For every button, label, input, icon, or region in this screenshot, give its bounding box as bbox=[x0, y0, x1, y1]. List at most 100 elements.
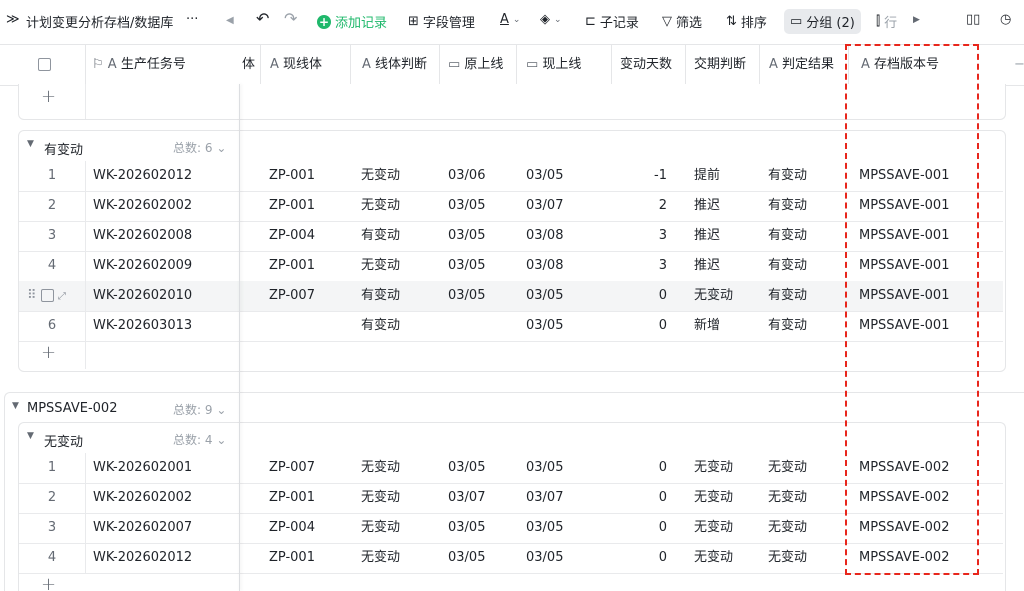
row-number-cell[interactable]: 3 bbox=[19, 513, 85, 543]
current-date-cell[interactable]: 03/05 bbox=[526, 161, 606, 191]
delta-days-cell[interactable]: 0 bbox=[611, 543, 667, 573]
version-cell[interactable]: MPSSAVE-002 bbox=[859, 543, 989, 573]
delivery-judge-cell[interactable]: 无变动 bbox=[694, 543, 764, 573]
original-date-cell[interactable]: 03/05 bbox=[448, 453, 518, 483]
current-line-cell[interactable]: ZP-004 bbox=[269, 221, 349, 251]
version-cell[interactable]: MPSSAVE-001 bbox=[859, 221, 989, 251]
delta-days-cell[interactable]: 0 bbox=[611, 311, 667, 341]
task-number-cell[interactable]: WK-202603013 bbox=[93, 311, 243, 341]
column-header-delta-days[interactable]: 变动天数 bbox=[620, 45, 672, 85]
column-header-task[interactable]: ⚐ A 生产任务号 bbox=[92, 45, 232, 85]
original-date-cell[interactable]: 03/05 bbox=[448, 513, 518, 543]
line-judge-cell[interactable]: 无变动 bbox=[361, 251, 441, 281]
table-row[interactable]: 3 WK-202602008 ZP-004 有变动 03/05 03/08 3 推迟 有变动 MP… bbox=[19, 221, 1003, 252]
result-cell[interactable]: 有变动 bbox=[768, 221, 838, 251]
delta-days-cell[interactable]: 0 bbox=[611, 453, 667, 483]
result-cell[interactable]: 无变动 bbox=[768, 513, 838, 543]
redo-icon[interactable]: ↷ bbox=[284, 9, 297, 28]
column-header-partial[interactable]: 体 bbox=[242, 45, 255, 85]
drag-handle-icon[interactable]: ⠿ bbox=[27, 288, 37, 303]
text-color-button[interactable]: A ⌄ bbox=[500, 12, 520, 27]
result-cell[interactable]: 有变动 bbox=[768, 191, 838, 221]
column-header-version[interactable]: A 存档版本号 bbox=[861, 45, 939, 85]
original-date-cell[interactable]: 03/05 bbox=[448, 251, 518, 281]
delivery-judge-cell[interactable]: 推迟 bbox=[694, 191, 764, 221]
line-judge-cell[interactable]: 有变动 bbox=[361, 281, 441, 311]
delta-days-cell[interactable]: 0 bbox=[611, 513, 667, 543]
current-date-cell[interactable]: 03/08 bbox=[526, 221, 606, 251]
current-line-cell[interactable]: ZP-001 bbox=[269, 251, 349, 281]
collapse-caret-icon[interactable]: ▼ bbox=[27, 431, 34, 441]
version-cell[interactable]: MPSSAVE-001 bbox=[859, 191, 989, 221]
task-number-cell[interactable]: WK-202602012 bbox=[93, 543, 243, 573]
sort-button[interactable]: ⇅ 排序 bbox=[726, 12, 767, 31]
row-number-cell[interactable]: 4 bbox=[19, 251, 85, 281]
select-all-checkbox[interactable] bbox=[38, 45, 51, 85]
column-header-current-date[interactable]: ▭ 现上线 bbox=[526, 45, 581, 85]
current-date-cell[interactable]: 03/05 bbox=[526, 513, 606, 543]
current-line-cell[interactable]: ZP-001 bbox=[269, 161, 349, 191]
original-date-cell[interactable] bbox=[448, 311, 518, 341]
group-button[interactable]: ▭ 分组 (2) bbox=[784, 9, 861, 34]
column-header-line-judge[interactable]: A 线体判断 bbox=[362, 45, 427, 85]
column-header-delivery[interactable]: 交期判断 bbox=[694, 45, 746, 85]
row-number-cell[interactable]: 2 bbox=[19, 483, 85, 513]
group-count[interactable]: 总数: 4 ⌄ bbox=[173, 431, 226, 448]
result-cell[interactable]: 无变动 bbox=[768, 483, 838, 513]
more-icon[interactable]: ··· bbox=[186, 12, 198, 27]
collapse-caret-icon[interactable]: ▼ bbox=[27, 139, 34, 149]
current-date-cell[interactable]: 03/07 bbox=[526, 483, 606, 513]
current-line-cell[interactable]: ZP-001 bbox=[269, 543, 349, 573]
task-number-cell[interactable]: WK-202602009 bbox=[93, 251, 243, 281]
table-row[interactable]: 2 WK-202602002 ZP-001 无变动 03/07 03/07 0 无变动 无变动 M… bbox=[19, 483, 1003, 514]
delta-days-cell[interactable]: 0 bbox=[611, 483, 667, 513]
delta-days-cell[interactable]: 3 bbox=[611, 221, 667, 251]
row-number-cell[interactable]: 4 bbox=[19, 543, 85, 573]
original-date-cell[interactable]: 03/05 bbox=[448, 221, 518, 251]
version-cell[interactable]: MPSSAVE-002 bbox=[859, 513, 989, 543]
line-judge-cell[interactable]: 无变动 bbox=[361, 513, 441, 543]
field-manage-button[interactable]: ⊞ 字段管理 bbox=[408, 12, 475, 31]
row-number-cell[interactable]: 3 bbox=[19, 221, 85, 251]
fill-color-button[interactable]: ◈ ⌄ bbox=[540, 12, 562, 27]
row-height-button[interactable]: ⫿ 行 bbox=[876, 12, 897, 31]
version-cell[interactable]: MPSSAVE-001 bbox=[859, 311, 989, 341]
task-number-cell[interactable]: WK-202602002 bbox=[93, 191, 243, 221]
current-date-cell[interactable]: 03/05 bbox=[526, 281, 606, 311]
expand-sidebar-icon[interactable]: ≫ bbox=[6, 12, 20, 27]
add-row-icon[interactable]: + bbox=[41, 86, 56, 107]
version-cell[interactable]: MPSSAVE-002 bbox=[859, 453, 989, 483]
version-cell[interactable]: MPSSAVE-001 bbox=[859, 281, 989, 311]
layout-icon[interactable]: ▯▯ bbox=[966, 12, 980, 27]
line-judge-cell[interactable]: 无变动 bbox=[361, 191, 441, 221]
line-judge-cell[interactable]: 无变动 bbox=[361, 543, 441, 573]
add-column-icon[interactable]: − bbox=[1014, 45, 1024, 85]
original-date-cell[interactable]: 03/05 bbox=[448, 543, 518, 573]
row-number-cell[interactable]: 1 bbox=[19, 161, 85, 191]
line-judge-cell[interactable]: 有变动 bbox=[361, 221, 441, 251]
current-line-cell[interactable]: ZP-001 bbox=[269, 191, 349, 221]
delta-days-cell[interactable]: -1 bbox=[611, 161, 667, 191]
column-header-current-line[interactable]: A 现线体 bbox=[270, 45, 322, 85]
breadcrumb[interactable]: 计划变更分析存档/数据库 bbox=[26, 12, 173, 31]
original-date-cell[interactable]: 03/05 bbox=[448, 281, 518, 311]
collapse-caret-icon[interactable]: ▼ bbox=[12, 401, 19, 411]
history-icon[interactable]: ◷ bbox=[1000, 12, 1011, 27]
result-cell[interactable]: 有变动 bbox=[768, 251, 838, 281]
delta-days-cell[interactable]: 0 bbox=[611, 281, 667, 311]
delivery-judge-cell[interactable]: 推迟 bbox=[694, 251, 764, 281]
row-number-cell[interactable]: 1 bbox=[19, 453, 85, 483]
table-row[interactable]: 1 WK-202602001 ZP-007 无变动 03/05 03/05 0 无变动 无变动 M… bbox=[19, 453, 1003, 484]
undo-icon[interactable]: ↶ bbox=[256, 9, 269, 28]
task-number-cell[interactable]: WK-202602010 bbox=[93, 281, 243, 311]
current-line-cell[interactable]: ZP-007 bbox=[269, 281, 349, 311]
add-row-icon[interactable]: + bbox=[41, 342, 56, 363]
delivery-judge-cell[interactable]: 无变动 bbox=[694, 513, 764, 543]
row-number-cell[interactable]: 6 bbox=[19, 311, 85, 341]
current-date-cell[interactable]: 03/05 bbox=[526, 311, 606, 341]
task-number-cell[interactable]: WK-202602008 bbox=[93, 221, 243, 251]
expand-record-icon[interactable]: ⤢ bbox=[58, 291, 66, 302]
filter-button[interactable]: ▽ 筛选 bbox=[662, 12, 702, 31]
original-date-cell[interactable]: 03/07 bbox=[448, 483, 518, 513]
table-row[interactable]: 4 WK-202602012 ZP-001 无变动 03/05 03/05 0 无变动 无变动 M… bbox=[19, 543, 1003, 574]
